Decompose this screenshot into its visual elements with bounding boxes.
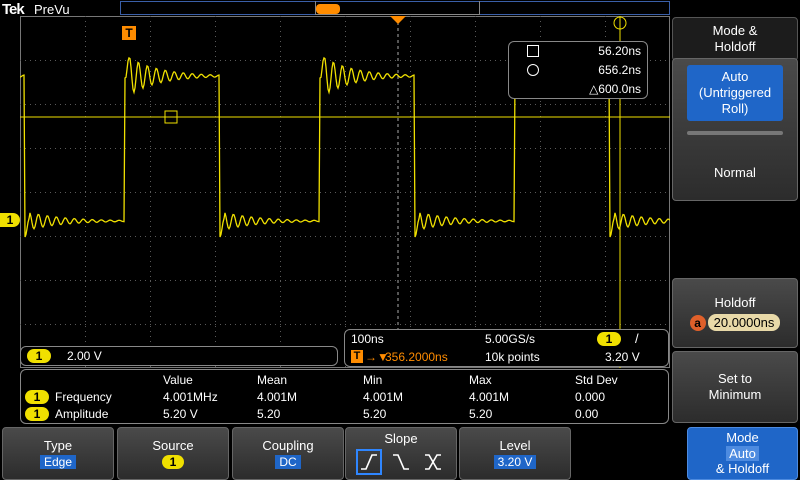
horizontal-position: 356.2000ns <box>385 350 448 364</box>
trigger-type-button[interactable]: Type Edge <box>2 427 114 480</box>
trigger-coupling-button[interactable]: Coupling DC <box>232 427 344 480</box>
measurement-mean: 4.001M <box>257 390 298 404</box>
measurement-value: 4.001MHz <box>163 390 218 404</box>
cursor-b-value: 656.2ns <box>598 63 641 77</box>
holdoff-button[interactable]: Holdoff a 20.0000ns <box>672 278 798 348</box>
trigger-point-icon <box>316 4 340 14</box>
side-menu-title-text: Mode & Holdoff <box>712 22 758 54</box>
trigger-marker-icon: T <box>122 26 136 40</box>
either-edge-icon[interactable] <box>420 449 446 475</box>
measurement-max: 4.001M <box>469 390 510 404</box>
timebase-readout[interactable]: 100ns 5.00GS/s 1 / T →▼ 356.2000ns 10k p… <box>344 329 669 367</box>
trigger-mode-selector[interactable]: Auto (Untriggered Roll) Normal <box>672 58 798 201</box>
trigger-type-label: Type <box>43 438 73 453</box>
horizontal-scale: 100ns <box>351 332 384 346</box>
header-mean: Mean <box>257 373 288 387</box>
channel-1-readout[interactable]: 1 2.00 V <box>20 346 338 366</box>
measurement-min: 5.20 <box>363 407 387 421</box>
header-max: Max <box>469 373 492 387</box>
measurement-max: 5.20 <box>469 407 493 421</box>
cursor-readout: 56.20ns 656.2ns △600.0ns <box>508 41 648 99</box>
set-to-minimum-label: Set to Minimum <box>708 370 762 402</box>
trigger-source-button[interactable]: Source 1 <box>117 427 229 480</box>
row-channel-badge: 1 <box>25 390 49 404</box>
trigger-coupling-label: Coupling <box>262 438 314 453</box>
trigger-position-arrow <box>390 16 406 24</box>
trigger-level-value: 3.20 V <box>493 455 537 469</box>
multipurpose-knob-a-icon: a <box>689 314 706 331</box>
normal-mode-option[interactable]: Normal <box>714 165 756 180</box>
trigger-slope-label: Slope <box>384 431 418 446</box>
trigger-coupling-value: DC <box>275 455 301 469</box>
header-std-dev: Std Dev <box>575 373 618 387</box>
row-channel-badge: 1 <box>25 407 49 421</box>
measurement-table[interactable]: Value Mean Min Max Std Dev 1 Frequency 4… <box>20 369 669 424</box>
auto-mode-option[interactable]: Auto (Untriggered Roll) <box>687 65 783 121</box>
header-value: Value <box>163 373 193 387</box>
trigger-slope-button[interactable]: Slope <box>345 427 457 480</box>
measurement-std-dev: 0.00 <box>575 407 599 421</box>
trigger-source-label: Source <box>152 438 194 453</box>
mode-holdoff-button[interactable]: Mode Auto & Holdoff <box>687 427 798 480</box>
cursor-b-icon <box>527 64 539 76</box>
rising-edge-icon[interactable] <box>356 449 382 475</box>
trigger-level-label: Level <box>499 438 531 453</box>
trigger-source-value: 1 <box>161 455 185 469</box>
holdoff-value: 20.0000ns <box>707 314 781 331</box>
sample-rate: 5.00GS/s <box>485 332 536 346</box>
record-length: 10k points <box>485 350 540 364</box>
cursor-a-value: 56.20ns <box>598 44 641 58</box>
holdoff-subtitle: & Holdoff <box>715 461 770 477</box>
channel-1-badge: 1 <box>27 349 51 363</box>
mode-label: Mode <box>726 430 759 446</box>
cursor-a-icon <box>527 45 539 57</box>
mode-value: Auto <box>726 445 759 462</box>
trigger-level-readout: 3.20 V <box>605 350 640 364</box>
trigger-type-value: Edge <box>39 455 77 469</box>
set-to-minimum-button[interactable]: Set to Minimum <box>672 351 798 423</box>
holdoff-value-row: a 20.0000ns <box>689 314 781 331</box>
side-menu-title: Mode & Holdoff <box>672 17 798 61</box>
trigger-level-button[interactable]: Level 3.20 V <box>459 427 571 480</box>
trigger-position-icon: T <box>351 350 363 363</box>
cursor-delta-value: △600.0ns <box>589 82 641 96</box>
mode-separator <box>687 131 783 135</box>
trigger-slope-indicator: / <box>635 331 639 346</box>
slope-options <box>356 449 446 475</box>
channel-1-ground-marker[interactable]: 1 <box>0 213 20 227</box>
acquisition-status: PreVu <box>34 2 70 17</box>
falling-edge-icon[interactable] <box>388 449 414 475</box>
trigger-source-badge: 1 <box>597 332 621 346</box>
measurement-value: 5.20 V <box>163 407 198 421</box>
holdoff-label: Holdoff <box>714 295 756 310</box>
measurement-std-dev: 0.000 <box>575 390 606 404</box>
measurement-min: 4.001M <box>363 390 404 404</box>
measurement-name: Frequency <box>55 390 112 404</box>
measurement-name: Amplitude <box>55 407 109 421</box>
channel-1-scale: 2.00 V <box>67 349 102 363</box>
measurement-mean: 5.20 <box>257 407 281 421</box>
header-min: Min <box>363 373 383 387</box>
auto-mode-label: Auto (Untriggered Roll) <box>698 68 772 117</box>
